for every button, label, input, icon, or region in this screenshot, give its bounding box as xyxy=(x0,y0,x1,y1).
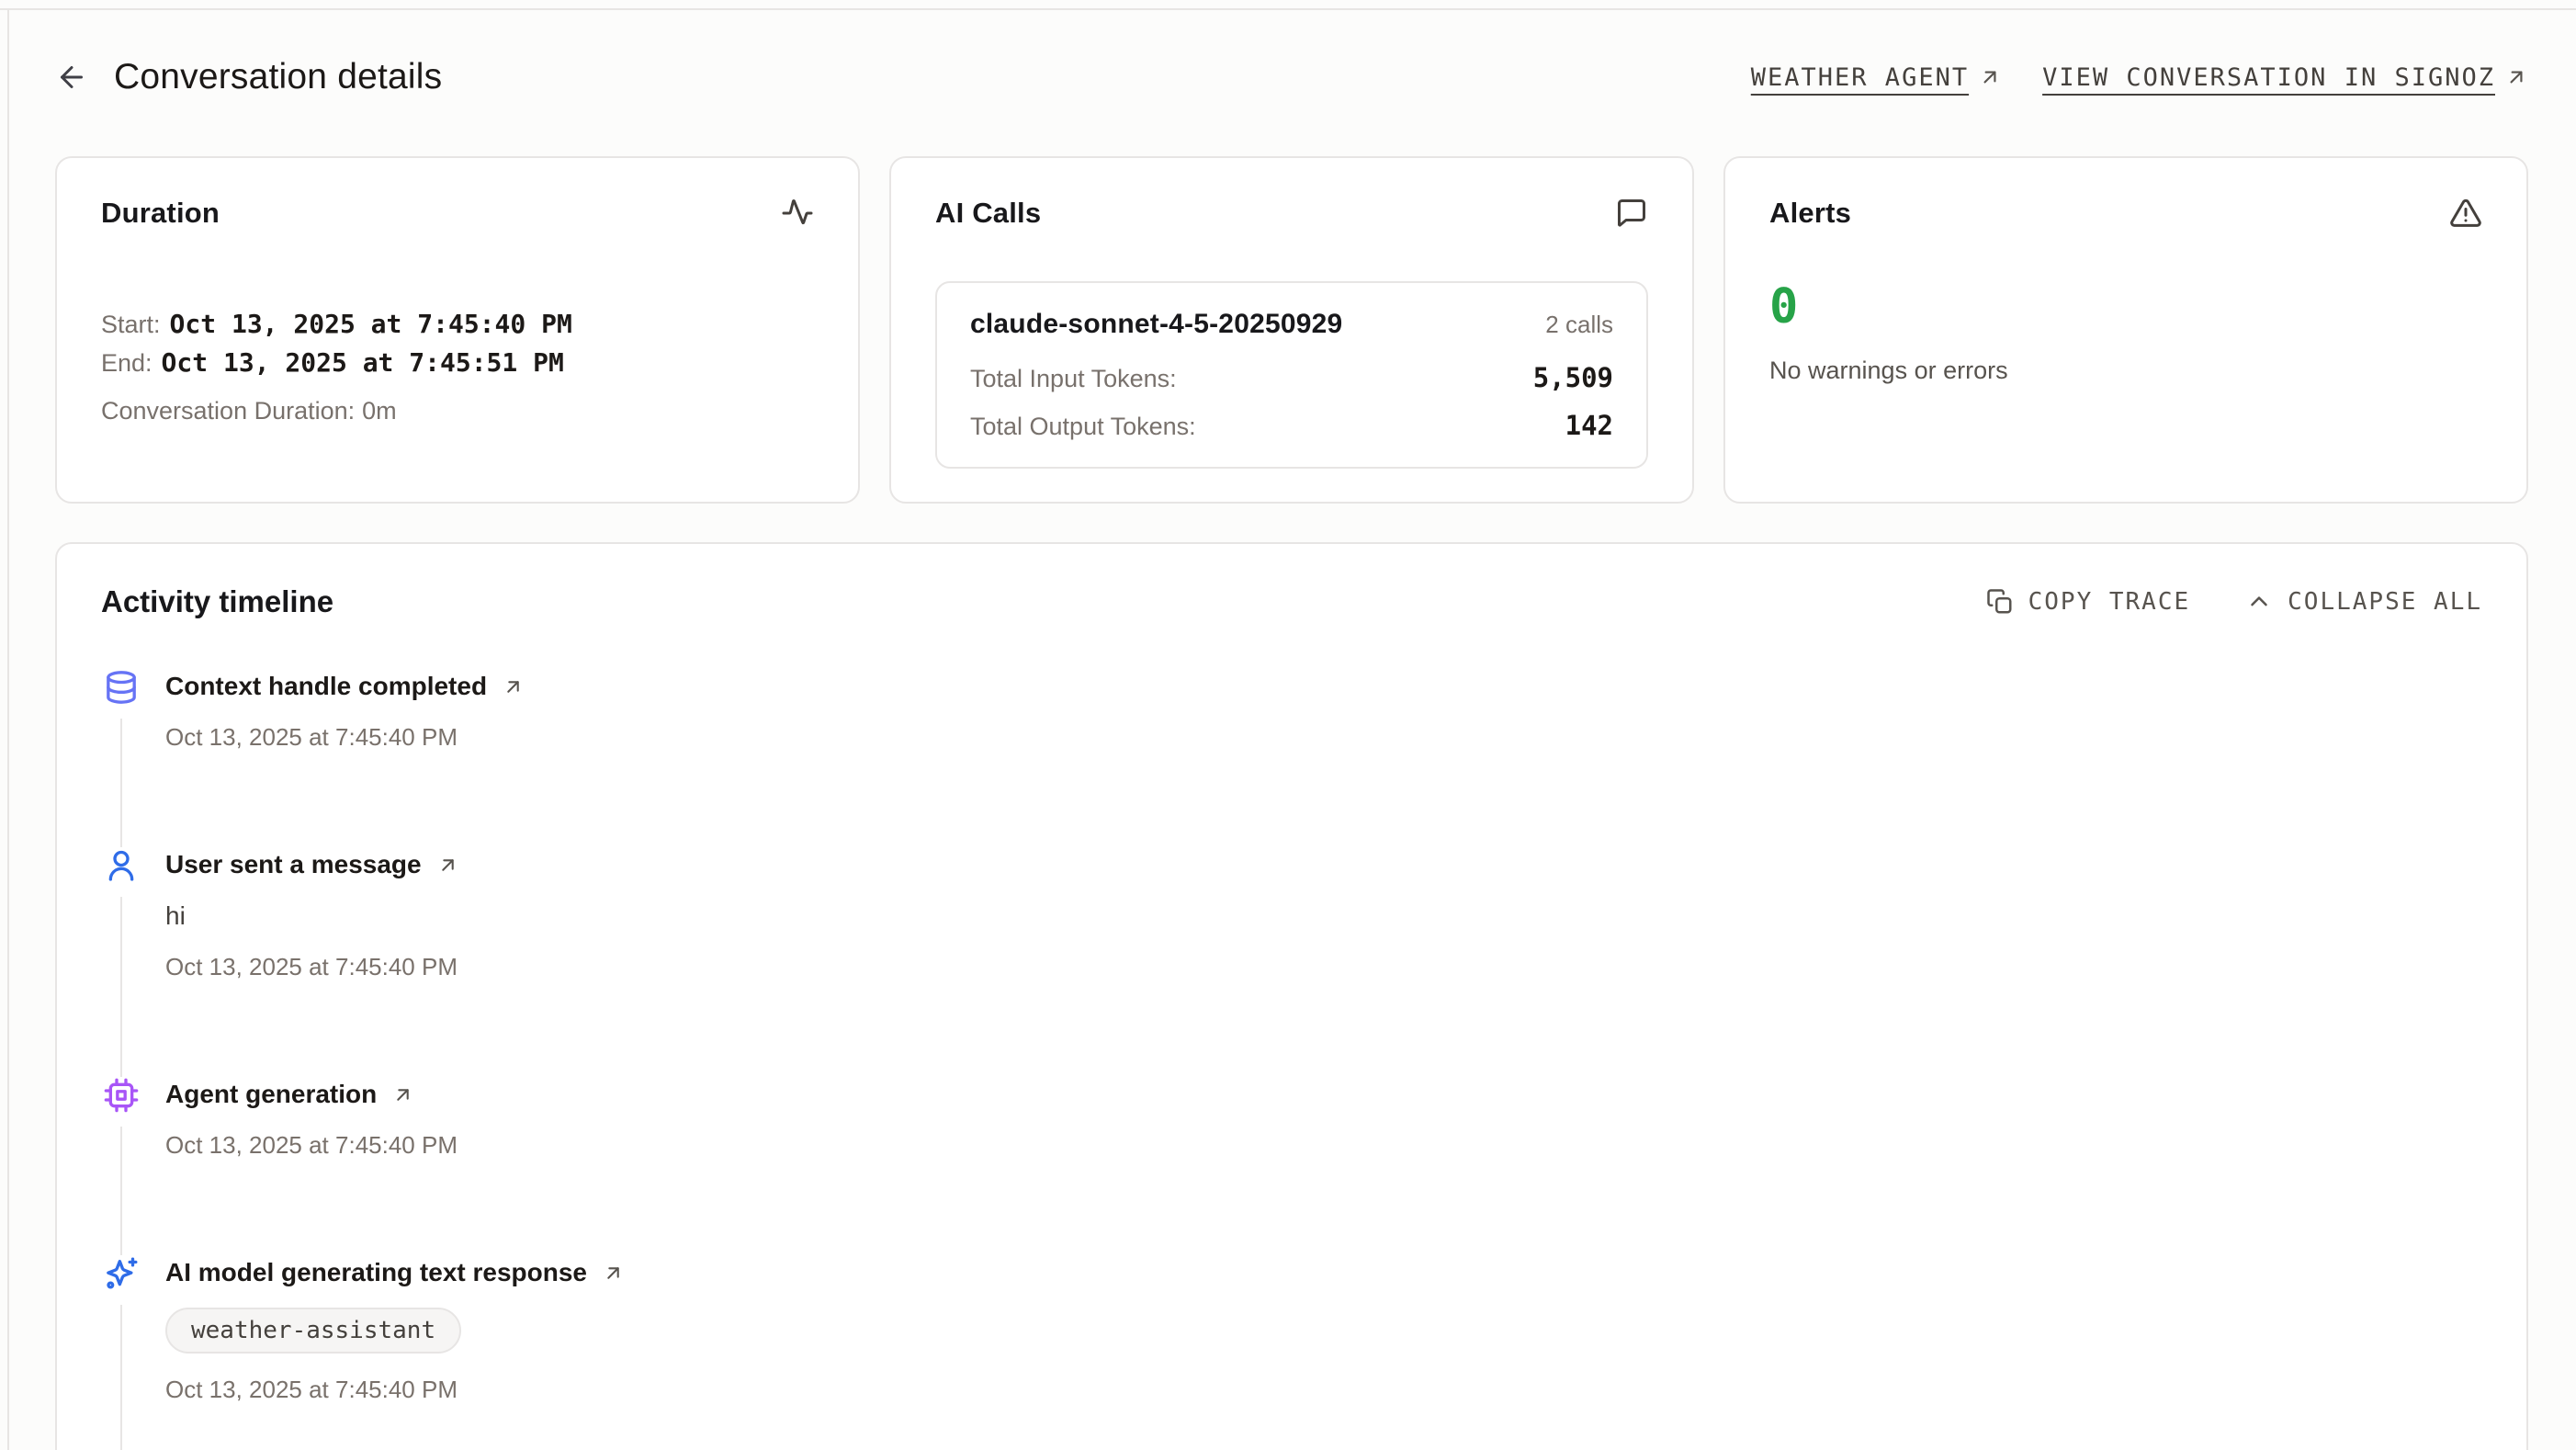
ai-calls-card-title: AI Calls xyxy=(935,197,1041,230)
timeline-actions: COPY TRACE COLLAPSE ALL xyxy=(1986,588,2482,616)
collapse-all-button[interactable]: COLLAPSE ALL xyxy=(2245,588,2482,616)
timeline-item-body: AI model generating text response weathe… xyxy=(165,1255,625,1450)
ai-calls-card-header: AI Calls xyxy=(935,197,1648,230)
cpu-icon xyxy=(103,1077,140,1114)
weather-agent-link-label: WEATHER AGENT xyxy=(1751,63,1969,92)
timeline-item-body: Context handle completed Oct 13, 2025 at… xyxy=(165,669,525,847)
model-name: claude-sonnet-4-5-20250929 xyxy=(970,309,1342,340)
alert-message: No warnings or errors xyxy=(1769,357,2482,385)
start-label: Start: xyxy=(101,311,161,338)
duration-card-title: Duration xyxy=(101,197,220,230)
end-label: End: xyxy=(101,349,153,377)
page-header: Conversation details WEATHER AGENT VIEW … xyxy=(55,57,2528,97)
alerts-card-header: Alerts xyxy=(1769,197,2482,230)
ai-calls-card: AI Calls claude-sonnet-4-5-20250929 2 ca… xyxy=(889,156,1694,504)
header-links: WEATHER AGENT VIEW CONVERSATION IN SIGNO… xyxy=(1751,63,2528,92)
database-icon xyxy=(103,669,140,706)
timeline-connector xyxy=(120,719,122,847)
output-tokens-row: Total Output Tokens: 142 xyxy=(970,410,1613,441)
end-value: Oct 13, 2025 at 7:45:51 PM xyxy=(162,347,564,378)
timeline-item-link[interactable]: Agent generation xyxy=(165,1080,377,1109)
output-tokens-label: Total Output Tokens: xyxy=(970,413,1196,441)
timeline-rail xyxy=(101,1077,141,1255)
timeline-item-timestamp: Oct 13, 2025 at 7:45:40 PM xyxy=(165,1376,625,1404)
conversation-duration-value: 0m xyxy=(362,397,397,425)
header-left: Conversation details xyxy=(55,57,442,97)
alert-triangle-icon xyxy=(2449,197,2482,230)
model-row: claude-sonnet-4-5-20250929 2 calls xyxy=(970,309,1613,340)
timeline-item-title-row: Agent generation xyxy=(165,1080,458,1109)
timeline-item-body: User sent a message hi Oct 13, 2025 at 7… xyxy=(165,847,459,1077)
arrow-up-right-icon xyxy=(391,1083,414,1106)
external-link-icon xyxy=(2504,65,2528,89)
arrow-up-right-icon xyxy=(436,854,459,877)
start-row: Start: Oct 13, 2025 at 7:45:40 PM xyxy=(101,305,814,344)
agent-name-badge: weather-assistant xyxy=(165,1308,461,1354)
sparkles-icon xyxy=(103,1255,140,1292)
timeline-item-body: Agent generation Oct 13, 2025 at 7:45:40… xyxy=(165,1077,458,1255)
user-message-text: hi xyxy=(165,901,459,931)
timeline-title: Activity timeline xyxy=(101,584,333,619)
start-value: Oct 13, 2025 at 7:45:40 PM xyxy=(170,309,572,339)
timeline-rail xyxy=(101,669,141,847)
timeline-connector xyxy=(120,897,122,1077)
copy-icon xyxy=(1986,588,2014,616)
timeline-item-user-message: User sent a message hi Oct 13, 2025 at 7… xyxy=(101,847,2482,1077)
activity-pulse-icon xyxy=(781,197,814,230)
timeline-item-agent-generation: Agent generation Oct 13, 2025 at 7:45:40… xyxy=(101,1077,2482,1255)
stat-cards-row: Duration Start: Oct 13, 2025 at 7:45:40 P… xyxy=(55,156,2528,504)
view-conversation-in-signoz-link[interactable]: VIEW CONVERSATION IN SIGNOZ xyxy=(2042,63,2528,92)
activity-timeline-card: Activity timeline COPY TRACE COLLAPSE AL… xyxy=(55,542,2528,1450)
alert-count: 0 xyxy=(1769,283,2482,331)
timeline-item-title-row: AI model generating text response xyxy=(165,1258,625,1287)
weather-agent-link[interactable]: WEATHER AGENT xyxy=(1751,63,2002,92)
arrow-up-right-icon xyxy=(602,1262,625,1285)
timeline-rail xyxy=(101,847,141,1077)
timeline-item-link[interactable]: AI model generating text response xyxy=(165,1258,587,1287)
page-title: Conversation details xyxy=(114,57,442,97)
arrow-left-icon xyxy=(55,61,88,94)
view-conversation-link-label: VIEW CONVERSATION IN SIGNOZ xyxy=(2042,63,2495,92)
timeline-item-link[interactable]: User sent a message xyxy=(165,850,422,879)
arrow-up-right-icon xyxy=(502,675,525,698)
timeline-item-timestamp: Oct 13, 2025 at 7:45:40 PM xyxy=(165,953,459,981)
input-tokens-label: Total Input Tokens: xyxy=(970,365,1177,393)
copy-trace-label: COPY TRACE xyxy=(2028,588,2191,616)
timeline-item-timestamp: Oct 13, 2025 at 7:45:40 PM xyxy=(165,1131,458,1160)
model-usage-card: claude-sonnet-4-5-20250929 2 calls Total… xyxy=(935,281,1648,469)
alerts-card: Alerts 0 No warnings or errors xyxy=(1723,156,2528,504)
input-tokens-value: 5,509 xyxy=(1533,362,1613,393)
timeline-item-title-row: Context handle completed xyxy=(165,672,525,701)
page-content: Conversation details WEATHER AGENT VIEW … xyxy=(0,0,2576,1450)
collapse-all-label: COLLAPSE ALL xyxy=(2288,588,2482,616)
timeline-connector xyxy=(120,1127,122,1255)
chevron-up-icon xyxy=(2245,588,2273,616)
alerts-card-title: Alerts xyxy=(1769,197,1851,230)
conversation-details-page: Conversation details WEATHER AGENT VIEW … xyxy=(0,0,2576,1450)
duration-card: Duration Start: Oct 13, 2025 at 7:45:40 P… xyxy=(55,156,860,504)
input-tokens-row: Total Input Tokens: 5,509 xyxy=(970,362,1613,393)
timeline-rail xyxy=(101,1255,141,1450)
end-row: End: Oct 13, 2025 at 7:45:51 PM xyxy=(101,344,814,382)
duration-values: Start: Oct 13, 2025 at 7:45:40 PM End: Oct… xyxy=(101,305,814,425)
duration-card-header: Duration xyxy=(101,197,814,230)
message-square-icon xyxy=(1615,197,1648,230)
output-tokens-value: 142 xyxy=(1565,410,1613,441)
copy-trace-button[interactable]: COPY TRACE xyxy=(1986,588,2191,616)
timeline-connector xyxy=(120,1305,122,1450)
timeline-item-link[interactable]: Context handle completed xyxy=(165,672,487,701)
conversation-duration-row: Conversation Duration:0m xyxy=(101,397,814,425)
timeline-item-context-handle: Context handle completed Oct 13, 2025 at… xyxy=(101,669,2482,847)
conversation-duration-label: Conversation Duration: xyxy=(101,397,355,425)
timeline-item-title-row: User sent a message xyxy=(165,850,459,879)
timeline-items: Context handle completed Oct 13, 2025 at… xyxy=(101,669,2482,1450)
timeline-header: Activity timeline COPY TRACE COLLAPSE AL… xyxy=(101,584,2482,619)
user-icon xyxy=(103,847,140,884)
timeline-item-ai-text-response: AI model generating text response weathe… xyxy=(101,1255,2482,1450)
timeline-item-timestamp: Oct 13, 2025 at 7:45:40 PM xyxy=(165,723,525,752)
model-call-count: 2 calls xyxy=(1545,311,1613,339)
back-button[interactable] xyxy=(55,61,88,94)
external-link-icon xyxy=(1978,65,2002,89)
